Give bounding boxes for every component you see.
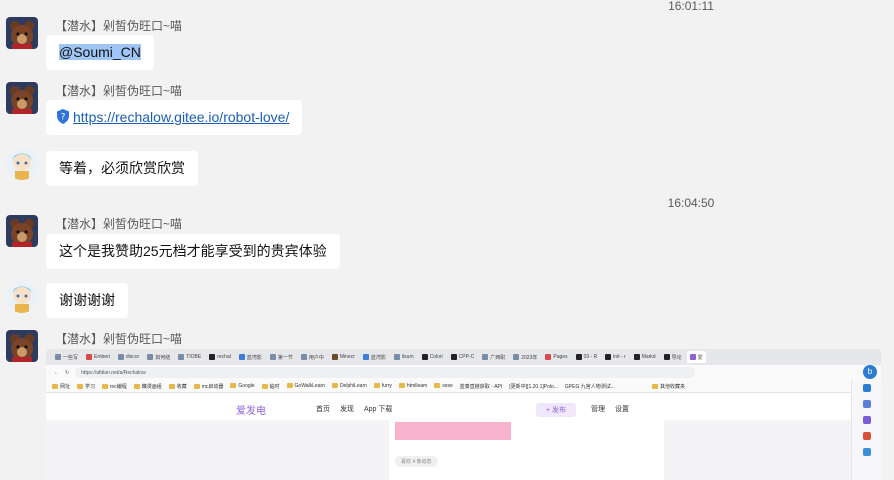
avatar[interactable] [6, 281, 38, 313]
message-text: 谢谢谢谢 [59, 292, 115, 308]
browser-tab: Minecr [329, 351, 358, 363]
web-page: 爱发电 首页 发现 App 下载 + 发布 管理 设置 喜欢 4 条动态 [46, 396, 851, 480]
browser-tab: 第一节 [267, 351, 296, 363]
browser-tab: 蓝湾影 [236, 351, 265, 363]
message-text: 这个是我赞助25元档才能享受到的贵宾体验 [59, 243, 327, 259]
browser-tab: 导论 [661, 351, 685, 363]
browser-tab: init - r [602, 351, 629, 363]
message-bubble[interactable]: @Soumi_CN [46, 35, 154, 70]
browser-tab: 03 - R [573, 351, 601, 363]
browser-sidebar [851, 380, 881, 480]
browser-tab: 一些写 [52, 351, 81, 363]
reload-icon: ↻ [65, 369, 70, 376]
message-text: @Soumi_CN [59, 44, 141, 60]
browser-tab: discor [115, 351, 142, 363]
bing-icon: b [863, 365, 877, 379]
timestamp: 16:01:11 [668, 0, 714, 13]
message-bubble[interactable]: 这个是我赞助25元档才能享受到的贵宾体验 [46, 234, 340, 269]
browser-tab: Pages [542, 351, 570, 363]
browser-tab: CPP-C [448, 351, 478, 363]
likes-label: 喜欢 4 条动态 [395, 456, 438, 467]
browser-tab: 蓝湾影 [360, 351, 389, 363]
browser-tab: 用户中 [298, 351, 327, 363]
shield-link-icon: ? [57, 109, 69, 124]
timestamp: 16:04:50 [667, 196, 715, 210]
browser-tab: 广西职 [479, 351, 508, 363]
browser-tab: 如何结 [144, 351, 173, 363]
avatar[interactable] [6, 330, 38, 362]
bookmark-bar: 网址 学习 mc编程 藕漫画组 收藏 mc启动器 Google 临时 GoWal… [46, 380, 881, 393]
browser-tab: Colori [419, 351, 446, 363]
post-card: 喜欢 4 条动态 [389, 420, 664, 480]
site-logo: 爱发电 [236, 406, 266, 417]
svg-text:?: ? [61, 113, 66, 123]
message-bubble[interactable]: 等着，必须欣赏欣赏 [46, 151, 198, 186]
message-bubble[interactable]: ? https://rechalow.gitee.io/robot-love/ [46, 100, 303, 135]
browser-tab: Emberi [83, 351, 113, 363]
message-bubble[interactable]: 谢谢谢谢 [46, 283, 128, 318]
publish-button: + 发布 [536, 403, 577, 417]
browser-address-bar: ← ↻ https://afdian.net/a/Rechalow [46, 365, 881, 380]
browser-tab-active: 爱 [686, 351, 706, 363]
back-icon: ← [54, 369, 59, 376]
browser-tab: ilsum [391, 351, 417, 363]
image-placeholder [395, 422, 511, 440]
browser-tab-bar: 一些写 Emberi discor 如何结 TIOBE rechal 蓝湾影 第… [46, 349, 881, 365]
url-box: https://afdian.net/a/Rechalow [75, 367, 696, 378]
sender-name: 【潜水】剁皙伪旺口~喵 [55, 217, 183, 231]
message-link[interactable]: https://rechalow.gitee.io/robot-love/ [73, 109, 289, 125]
avatar[interactable] [6, 82, 38, 114]
image-message[interactable]: 一些写 Emberi discor 如何结 TIOBE rechal 蓝湾影 第… [46, 349, 881, 480]
avatar[interactable] [6, 215, 38, 247]
message-text: 等着，必须欣赏欣赏 [59, 160, 185, 176]
browser-tab: Markd [631, 351, 659, 363]
sender-name: 【潜水】剁皙伪旺口~喵 [55, 84, 183, 98]
avatar[interactable] [6, 148, 38, 180]
browser-tab: TIOBE [175, 351, 204, 363]
site-nav: 爱发电 首页 发现 App 下载 + 发布 管理 设置 [46, 396, 851, 420]
sender-name: 【潜水】剁皙伪旺口~喵 [55, 332, 183, 346]
avatar[interactable] [6, 17, 38, 49]
browser-tab: 2023年 [510, 351, 540, 363]
sender-name: 【潜水】剁皙伪旺口~喵 [55, 19, 183, 33]
browser-tab: rechal [206, 351, 234, 363]
